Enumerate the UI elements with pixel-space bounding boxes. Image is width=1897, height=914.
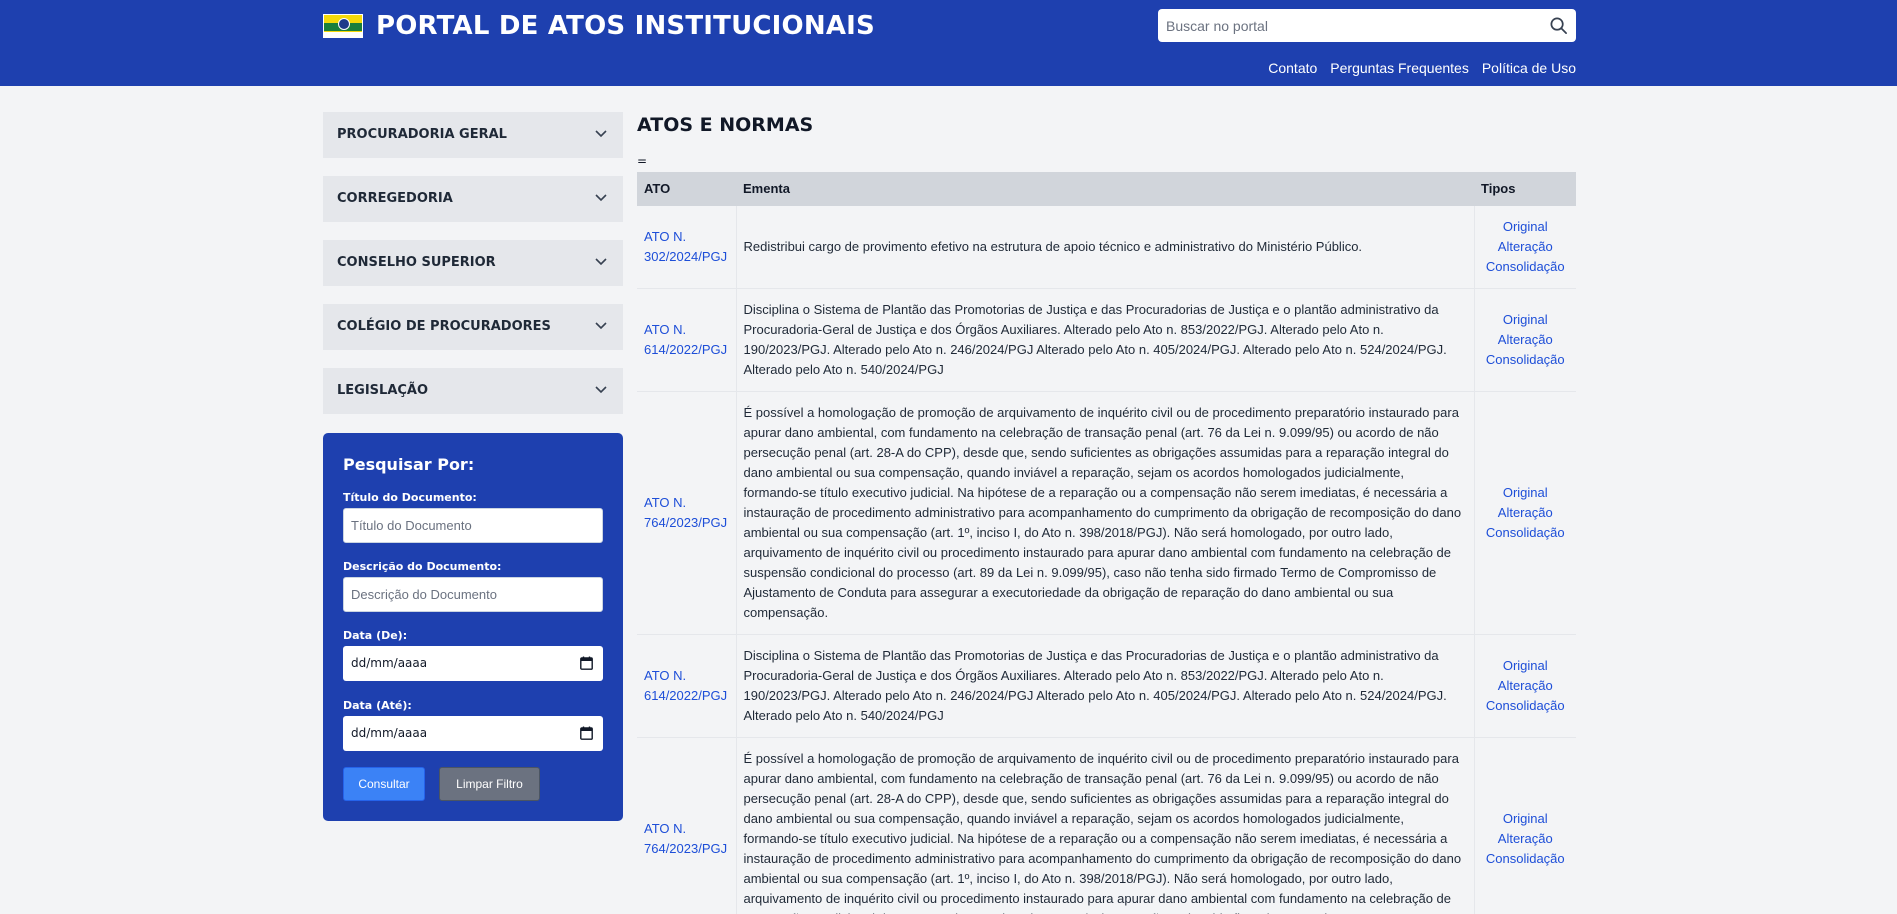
ato-link[interactable]: ATO N. 764/2023/PGJ xyxy=(637,737,736,914)
date-to-input[interactable]: dd/mm/aaaa xyxy=(343,716,603,751)
sidebar-item-colegio-de-procuradores[interactable]: COLÉGIO DE PROCURADORES xyxy=(323,304,623,350)
original-link[interactable]: Original xyxy=(1482,483,1570,503)
alteration-link[interactable]: Alteração xyxy=(1482,330,1570,350)
chevron-down-icon xyxy=(595,194,607,202)
ementa-text: Disciplina o Sistema de Plantão das Prom… xyxy=(735,288,1475,392)
search-filter-panel: Pesquisar Por: Título do Documento: Desc… xyxy=(323,433,623,821)
column-header-ementa: Ementa xyxy=(736,172,1474,206)
consult-button[interactable]: Consultar xyxy=(343,767,425,801)
table-row: ATO N. 764/2023/PGJ É possível a homologa… xyxy=(637,737,1576,914)
types-cell: Original Alteração Consolidação xyxy=(1474,288,1576,392)
consolidation-link[interactable]: Consolidação xyxy=(1482,523,1570,543)
contact-link[interactable]: Contato xyxy=(1268,60,1317,76)
ato-link[interactable]: ATO N. 764/2023/PGJ xyxy=(637,391,736,635)
table-row: ATO N. 302/2024/PGJ Redistribui cargo de … xyxy=(637,206,1576,289)
consolidation-link[interactable]: Consolidação xyxy=(1482,350,1570,370)
clear-filter-button[interactable]: Limpar Filtro xyxy=(439,767,540,801)
ementa-text: Redistribui cargo de provimento efetivo … xyxy=(735,206,1475,289)
calendar-icon[interactable] xyxy=(580,656,593,670)
ementa-text: É possível a homologação de promoção de … xyxy=(735,737,1475,914)
alteration-link[interactable]: Alteração xyxy=(1482,503,1570,523)
chevron-down-icon xyxy=(595,130,607,138)
ementa-text: Disciplina o Sistema de Plantão das Prom… xyxy=(735,634,1475,738)
portal-search-box xyxy=(1158,9,1576,42)
table-row: ATO N. 614/2022/PGJ Disciplina o Sistema … xyxy=(637,288,1576,392)
site-title[interactable]: PORTAL DE ATOS INSTITUCIONAIS xyxy=(376,11,875,41)
sidebar-item-label: COLÉGIO DE PROCURADORES xyxy=(337,319,551,334)
portal-search-input[interactable] xyxy=(1158,9,1538,42)
search-panel-title: Pesquisar Por: xyxy=(343,455,475,474)
original-link[interactable]: Original xyxy=(1482,656,1570,676)
sidebar-item-procuradoria-geral[interactable]: PROCURADORIA GERAL xyxy=(323,112,623,158)
table-row: ATO N. 764/2023/PGJ É possível a homologa… xyxy=(637,391,1576,635)
sidebar-item-conselho-superior[interactable]: CONSELHO SUPERIOR xyxy=(323,240,623,286)
consolidation-link[interactable]: Consolidação xyxy=(1482,257,1570,277)
sidebar-item-legislacao[interactable]: LEGISLAÇÃO xyxy=(323,368,623,414)
types-cell: Original Alteração Consolidação xyxy=(1474,737,1576,914)
types-cell: Original Alteração Consolidação xyxy=(1474,634,1576,738)
ementa-text: É possível a homologação de promoção de … xyxy=(735,391,1475,635)
date-from-label: Data (De): xyxy=(343,629,408,642)
consolidation-link[interactable]: Consolidação xyxy=(1482,696,1570,716)
sidebar: PROCURADORIA GERAL CORREGEDORIA CONSELHO… xyxy=(323,112,623,432)
institution-logo[interactable] xyxy=(323,14,363,38)
chevron-down-icon xyxy=(595,386,607,394)
doc-description-label: Descrição do Documento: xyxy=(343,560,502,573)
alteration-link[interactable]: Alteração xyxy=(1482,829,1570,849)
date-to-label: Data (Até): xyxy=(343,699,412,712)
types-cell: Original Alteração Consolidação xyxy=(1474,206,1576,289)
top-nav-links: Contato Perguntas Frequentes Política de… xyxy=(1268,60,1576,76)
faq-link[interactable]: Perguntas Frequentes xyxy=(1330,60,1469,76)
date-from-input[interactable]: dd/mm/aaaa xyxy=(343,646,603,681)
doc-title-input[interactable] xyxy=(343,508,603,543)
column-header-tipos: Tipos xyxy=(1474,172,1576,206)
search-icon[interactable] xyxy=(1549,16,1568,35)
date-to-placeholder: dd/mm/aaaa xyxy=(351,726,428,740)
sidebar-item-corregedoria[interactable]: CORREGEDORIA xyxy=(323,176,623,222)
original-link[interactable]: Original xyxy=(1482,217,1570,237)
chevron-down-icon xyxy=(595,258,607,266)
chevron-down-icon xyxy=(595,322,607,330)
usage-policy-link[interactable]: Política de Uso xyxy=(1482,60,1576,76)
alteration-link[interactable]: Alteração xyxy=(1482,237,1570,257)
acts-table: ATO Ementa Tipos ATO N. 302/2024/PGJ Redi… xyxy=(637,172,1576,914)
original-link[interactable]: Original xyxy=(1482,809,1570,829)
table-row: ATO N. 614/2022/PGJ Disciplina o Sistema … xyxy=(637,634,1576,738)
ato-link[interactable]: ATO N. 614/2022/PGJ xyxy=(637,288,736,392)
sidebar-item-label: LEGISLAÇÃO xyxy=(337,383,429,398)
table-header-row: ATO Ementa Tipos xyxy=(637,172,1576,206)
doc-description-input[interactable] xyxy=(343,577,603,612)
alteration-link[interactable]: Alteração xyxy=(1482,676,1570,696)
sidebar-item-label: CORREGEDORIA xyxy=(337,191,453,206)
ato-link[interactable]: ATO N. 614/2022/PGJ xyxy=(637,634,736,738)
calendar-icon[interactable] xyxy=(580,726,593,740)
date-from-placeholder: dd/mm/aaaa xyxy=(351,656,428,670)
doc-title-label: Título do Documento: xyxy=(343,491,477,504)
sidebar-item-label: PROCURADORIA GERAL xyxy=(337,127,507,142)
stray-text: = xyxy=(637,154,648,168)
types-cell: Original Alteração Consolidação xyxy=(1474,391,1576,635)
page-title: ATOS E NORMAS xyxy=(637,114,814,136)
sidebar-item-label: CONSELHO SUPERIOR xyxy=(337,255,496,270)
column-header-ato: ATO xyxy=(637,172,736,206)
original-link[interactable]: Original xyxy=(1482,310,1570,330)
top-bar: PORTAL DE ATOS INSTITUCIONAIS Contato Pe… xyxy=(0,0,1897,86)
ato-link[interactable]: ATO N. 302/2024/PGJ xyxy=(637,206,736,289)
consolidation-link[interactable]: Consolidação xyxy=(1482,849,1570,869)
